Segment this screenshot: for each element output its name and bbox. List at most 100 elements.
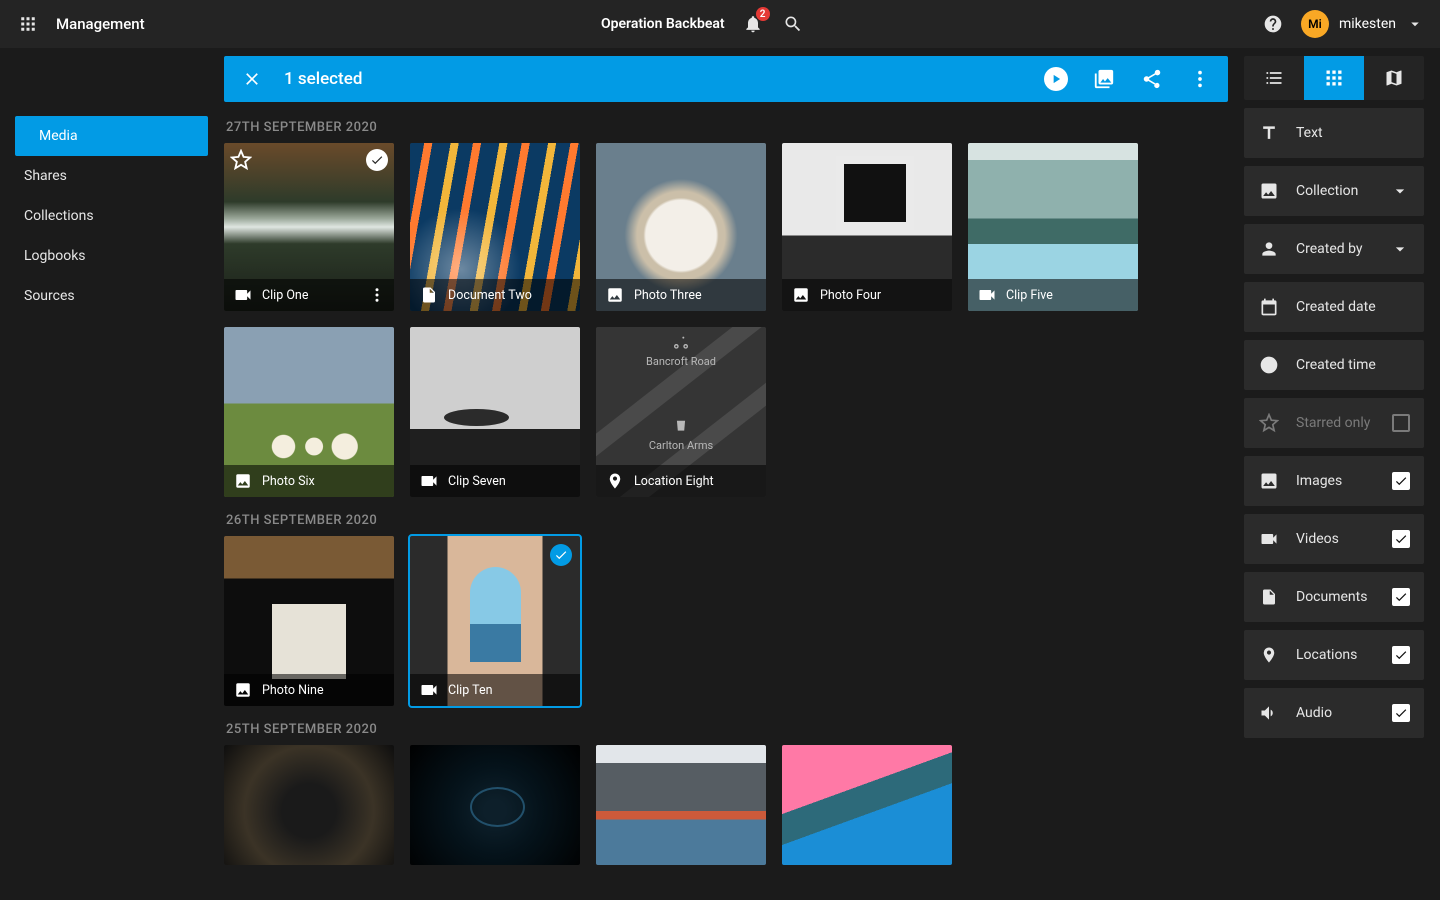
filter-images[interactable]: Images	[1244, 456, 1424, 506]
sidebar-item-sources[interactable]: Sources	[0, 276, 208, 316]
media-tile[interactable]	[224, 745, 394, 865]
tile-name: Photo Nine	[262, 683, 324, 698]
filter-label: Documents	[1296, 589, 1376, 605]
tile-name: Clip Seven	[448, 474, 506, 489]
more-icon[interactable]	[1188, 67, 1212, 91]
notifications-icon[interactable]: 2	[741, 12, 765, 36]
video-icon	[418, 470, 440, 492]
video-icon	[1258, 529, 1280, 549]
media-tile[interactable]: Clip Ten	[410, 536, 580, 706]
filter-audio[interactable]: Audio	[1244, 688, 1424, 738]
image-icon	[1258, 471, 1280, 491]
filter-created-by[interactable]: Created by	[1244, 224, 1424, 274]
media-tile[interactable]: Clip One	[224, 143, 394, 311]
filter-collection[interactable]: Collection	[1244, 166, 1424, 216]
calendar-icon	[1258, 297, 1280, 317]
filter-created-time[interactable]: Created time	[1244, 340, 1424, 390]
media-tile[interactable]: Clip Seven	[410, 327, 580, 497]
filter-label: Text	[1296, 125, 1410, 141]
checkbox[interactable]	[1392, 646, 1410, 664]
close-icon[interactable]	[240, 67, 264, 91]
checkbox[interactable]	[1392, 414, 1410, 432]
tile-more-icon[interactable]	[368, 286, 386, 304]
media-tile[interactable]: Bancroft Road Carlton Arms Location Eigh…	[596, 327, 766, 497]
sidebar-item-logbooks[interactable]: Logbooks	[0, 236, 208, 276]
map-label: Carlton Arms	[596, 439, 766, 452]
selected-check-icon[interactable]	[550, 544, 572, 566]
media-tile[interactable]	[596, 745, 766, 865]
filter-label: Created by	[1296, 241, 1374, 257]
media-tile[interactable]	[782, 745, 952, 865]
media-tile[interactable]: Document Two	[410, 143, 580, 311]
checkbox[interactable]	[1392, 530, 1410, 548]
app-title: Management	[56, 15, 145, 33]
checkbox[interactable]	[1392, 704, 1410, 722]
apps-icon[interactable]	[16, 12, 40, 36]
tile-name: Clip One	[262, 288, 308, 303]
tile-name: Clip Ten	[448, 683, 492, 698]
operation-title[interactable]: Operation Backbeat	[601, 16, 725, 32]
filter-label: Audio	[1296, 705, 1376, 721]
date-header: 27TH SEPTEMBER 2020	[226, 120, 1228, 135]
filter-label: Videos	[1296, 531, 1376, 547]
check-circle-icon[interactable]	[366, 149, 388, 171]
tile-name: Document Two	[448, 288, 532, 303]
drink-icon	[674, 419, 688, 433]
view-grid-icon[interactable]	[1304, 56, 1364, 100]
image-icon	[790, 284, 812, 306]
date-header: 26TH SEPTEMBER 2020	[226, 513, 1228, 528]
media-tile[interactable]: Photo Nine	[224, 536, 394, 706]
user-name: mikesten	[1339, 16, 1396, 32]
checkbox[interactable]	[1392, 588, 1410, 606]
filter-starred-only[interactable]: Starred only	[1244, 398, 1424, 448]
bike-icon	[673, 335, 689, 351]
filter-videos[interactable]: Videos	[1244, 514, 1424, 564]
map-label: Bancroft Road	[596, 355, 766, 368]
filter-label: Starred only	[1296, 415, 1376, 431]
location-icon	[604, 470, 626, 492]
play-button[interactable]	[1044, 67, 1068, 91]
topbar: Management Operation Backbeat 2 Mi mikes…	[0, 0, 1440, 48]
tile-name: Clip Five	[1006, 288, 1053, 303]
chevron-down-icon	[1390, 181, 1410, 201]
media-tile[interactable]: Photo Three	[596, 143, 766, 311]
sidebar-item-collections[interactable]: Collections	[0, 196, 208, 236]
filter-text[interactable]: Text	[1244, 108, 1424, 158]
view-switch	[1244, 56, 1424, 100]
tile-name: Photo Six	[262, 474, 315, 489]
media-tile[interactable]: Clip Five	[968, 143, 1138, 311]
video-icon	[418, 679, 440, 701]
location-icon	[1258, 646, 1280, 664]
checkbox[interactable]	[1392, 472, 1410, 490]
star-icon[interactable]	[230, 149, 252, 171]
image-icon	[1258, 181, 1280, 201]
date-header: 25TH SEPTEMBER 2020	[226, 722, 1228, 737]
view-list-icon[interactable]	[1244, 56, 1304, 100]
tile-name: Photo Three	[634, 288, 702, 303]
filter-locations[interactable]: Locations	[1244, 630, 1424, 680]
share-icon[interactable]	[1140, 67, 1164, 91]
filter-label: Created date	[1296, 299, 1410, 315]
filter-label: Images	[1296, 473, 1376, 489]
image-icon	[604, 284, 626, 306]
search-icon[interactable]	[781, 12, 805, 36]
filter-label: Locations	[1296, 647, 1376, 663]
filter-documents[interactable]: Documents	[1244, 572, 1424, 622]
document-icon	[1258, 588, 1280, 606]
media-tile[interactable]: Photo Six	[224, 327, 394, 497]
chevron-down-icon	[1406, 15, 1424, 33]
filter-panel: Text Collection Created by Created date …	[1228, 48, 1440, 900]
filter-created-date[interactable]: Created date	[1244, 282, 1424, 332]
tile-name: Location Eight	[634, 474, 714, 489]
help-icon[interactable]	[1261, 12, 1285, 36]
media-tile[interactable]: Photo Four	[782, 143, 952, 311]
selection-count: 1 selected	[284, 69, 362, 89]
collection-action-icon[interactable]	[1092, 67, 1116, 91]
sidebar-item-media[interactable]: Media	[15, 116, 208, 156]
user-menu[interactable]: Mi mikesten	[1301, 10, 1424, 38]
media-tile[interactable]	[410, 745, 580, 865]
sidebar-item-shares[interactable]: Shares	[0, 156, 208, 196]
document-icon	[418, 284, 440, 306]
sidebar: Media Shares Collections Logbooks Source…	[0, 48, 208, 900]
view-map-icon[interactable]	[1364, 56, 1424, 100]
